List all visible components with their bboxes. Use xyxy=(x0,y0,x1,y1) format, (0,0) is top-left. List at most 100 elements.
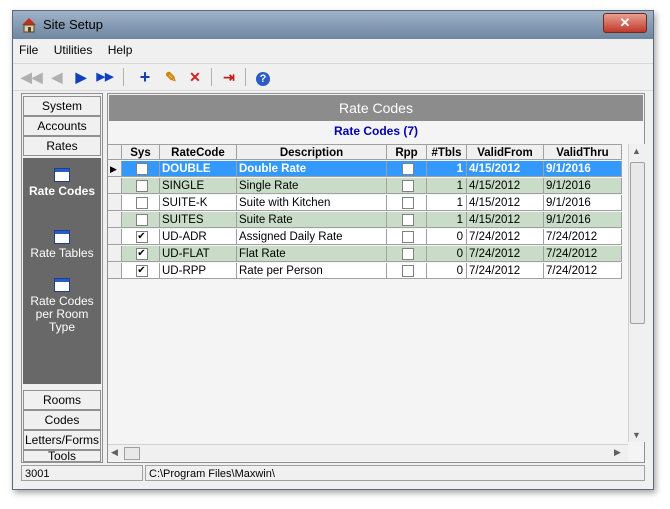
thru-cell[interactable]: 9/1/2016 xyxy=(544,161,622,177)
rpp-checkbox[interactable] xyxy=(401,265,414,277)
row-selector[interactable] xyxy=(108,229,122,245)
column-header[interactable]: Rpp xyxy=(387,144,427,160)
menu-utilities[interactable]: Utilities xyxy=(48,41,99,59)
desc-cell[interactable]: Suite with Kitchen xyxy=(237,195,387,211)
sys-checkbox[interactable] xyxy=(135,214,148,226)
close-button[interactable]: ✕ xyxy=(603,13,647,33)
vertical-scrollbar[interactable]: ▲ ▼ xyxy=(628,144,645,442)
exit-icon[interactable]: ⇥ xyxy=(219,67,239,87)
row-selector[interactable] xyxy=(108,195,122,211)
desc-cell[interactable]: Double Rate xyxy=(237,161,387,177)
from-cell[interactable]: 4/15/2012 xyxy=(467,212,544,228)
column-header[interactable]: Description xyxy=(237,144,387,160)
scroll-left-icon[interactable]: ◀ xyxy=(111,447,118,458)
column-header[interactable]: ValidThru xyxy=(544,144,622,160)
help-icon[interactable]: ? xyxy=(253,67,273,87)
column-header[interactable]: Sys xyxy=(122,144,160,160)
desc-cell[interactable]: Single Rate xyxy=(237,178,387,194)
tbls-cell[interactable]: 1 xyxy=(427,178,467,194)
table-row[interactable]: ✔ UD-FLAT Flat Rate 0 7/24/2012 7/24/2012 xyxy=(108,246,628,263)
sidebar-button-rates[interactable]: Rates xyxy=(23,136,101,156)
scroll-down-icon[interactable]: ▼ xyxy=(632,430,641,440)
menu-help[interactable]: Help xyxy=(102,41,139,59)
menu-file[interactable]: File xyxy=(13,41,44,59)
row-selector[interactable]: ▶ xyxy=(108,161,122,177)
code-cell[interactable]: SUITE-K xyxy=(160,195,237,211)
row-selector[interactable] xyxy=(108,212,122,228)
from-cell[interactable]: 4/15/2012 xyxy=(467,178,544,194)
first-icon[interactable]: ◀◀ xyxy=(21,67,43,87)
sys-checkbox[interactable] xyxy=(135,163,148,175)
scroll-right-icon[interactable]: ▶ xyxy=(614,447,621,458)
from-cell[interactable]: 4/15/2012 xyxy=(467,195,544,211)
row-selector[interactable] xyxy=(108,178,122,194)
sidebar-button-letters-forms[interactable]: Letters/Forms xyxy=(23,430,101,450)
add-icon[interactable]: + xyxy=(135,67,155,87)
table-row[interactable]: SUITES Suite Rate 1 4/15/2012 9/1/2016 xyxy=(108,212,628,229)
prev-icon[interactable]: ◀ xyxy=(47,67,67,87)
from-cell[interactable]: 7/24/2012 xyxy=(467,229,544,245)
desc-cell[interactable]: Assigned Daily Rate xyxy=(237,229,387,245)
rpp-checkbox[interactable] xyxy=(401,197,414,209)
tbls-cell[interactable]: 1 xyxy=(427,161,467,177)
sidebar-item-rate-codes-per-room-type[interactable]: Rate Codes per Room Type xyxy=(23,278,101,334)
sidebar-button-tools[interactable]: Tools xyxy=(23,450,101,462)
delete-icon[interactable]: ✕ xyxy=(185,67,205,87)
thru-cell[interactable]: 7/24/2012 xyxy=(544,229,622,245)
from-cell[interactable]: 4/15/2012 xyxy=(467,161,544,177)
table-row[interactable]: ✔ UD-RPP Rate per Person 0 7/24/2012 7/24/201… xyxy=(108,263,628,280)
desc-cell[interactable]: Flat Rate xyxy=(237,246,387,262)
table-row[interactable]: SUITE-K Suite with Kitchen 1 4/15/2012 9/1/2… xyxy=(108,195,628,212)
column-header[interactable]: ValidFrom xyxy=(467,144,544,160)
rpp-checkbox[interactable] xyxy=(401,248,414,260)
sidebar-button-accounts[interactable]: Accounts xyxy=(23,116,101,136)
from-cell[interactable]: 7/24/2012 xyxy=(467,246,544,262)
column-header[interactable]: #Tbls xyxy=(427,144,467,160)
thru-cell[interactable]: 9/1/2016 xyxy=(544,195,622,211)
tbls-cell[interactable]: 1 xyxy=(427,212,467,228)
sidebar-button-codes[interactable]: Codes xyxy=(23,410,101,430)
sys-checkbox[interactable] xyxy=(135,180,148,192)
code-cell[interactable]: SINGLE xyxy=(160,178,237,194)
thru-cell[interactable]: 7/24/2012 xyxy=(544,263,622,279)
rpp-checkbox[interactable] xyxy=(401,231,414,243)
row-selector-header[interactable] xyxy=(108,144,122,160)
rpp-checkbox[interactable] xyxy=(401,214,414,226)
code-cell[interactable]: UD-RPP xyxy=(160,263,237,279)
row-selector[interactable] xyxy=(108,246,122,262)
sidebar-button-system[interactable]: System xyxy=(23,96,101,116)
thru-cell[interactable]: 9/1/2016 xyxy=(544,178,622,194)
thru-cell[interactable]: 9/1/2016 xyxy=(544,212,622,228)
tbls-cell[interactable]: 0 xyxy=(427,246,467,262)
scroll-thumb[interactable] xyxy=(124,447,140,460)
next-icon[interactable]: ▶ xyxy=(71,67,91,87)
table-row[interactable]: ✔ UD-ADR Assigned Daily Rate 0 7/24/2012 7/24… xyxy=(108,229,628,246)
horizontal-scrollbar[interactable]: ◀ ▶ xyxy=(108,444,628,461)
table-row[interactable]: SINGLE Single Rate 1 4/15/2012 9/1/2016 xyxy=(108,178,628,195)
sidebar-item-rate-codes[interactable]: Rate Codes xyxy=(23,168,101,198)
sys-checkbox[interactable]: ✔ xyxy=(135,231,148,243)
sidebar-button-rooms[interactable]: Rooms xyxy=(23,390,101,410)
code-cell[interactable]: UD-ADR xyxy=(160,229,237,245)
edit-icon[interactable]: ✎ xyxy=(161,67,181,87)
code-cell[interactable]: DOUBLE xyxy=(160,161,237,177)
sidebar-item-rate-tables[interactable]: Rate Tables xyxy=(23,230,101,260)
column-header[interactable]: RateCode xyxy=(160,144,237,160)
code-cell[interactable]: SUITES xyxy=(160,212,237,228)
row-selector[interactable] xyxy=(108,263,122,279)
sys-checkbox[interactable]: ✔ xyxy=(135,265,148,277)
rpp-checkbox[interactable] xyxy=(401,180,414,192)
desc-cell[interactable]: Rate per Person xyxy=(237,263,387,279)
scroll-up-icon[interactable]: ▲ xyxy=(632,146,641,156)
tbls-cell[interactable]: 1 xyxy=(427,195,467,211)
sys-checkbox[interactable] xyxy=(135,197,148,209)
table-row[interactable]: ▶ DOUBLE Double Rate 1 4/15/2012 9/1/2016 xyxy=(108,161,628,178)
tbls-cell[interactable]: 0 xyxy=(427,263,467,279)
code-cell[interactable]: UD-FLAT xyxy=(160,246,237,262)
desc-cell[interactable]: Suite Rate xyxy=(237,212,387,228)
tbls-cell[interactable]: 0 xyxy=(427,229,467,245)
from-cell[interactable]: 7/24/2012 xyxy=(467,263,544,279)
scroll-thumb[interactable] xyxy=(630,162,645,324)
thru-cell[interactable]: 7/24/2012 xyxy=(544,246,622,262)
rpp-checkbox[interactable] xyxy=(401,163,414,175)
